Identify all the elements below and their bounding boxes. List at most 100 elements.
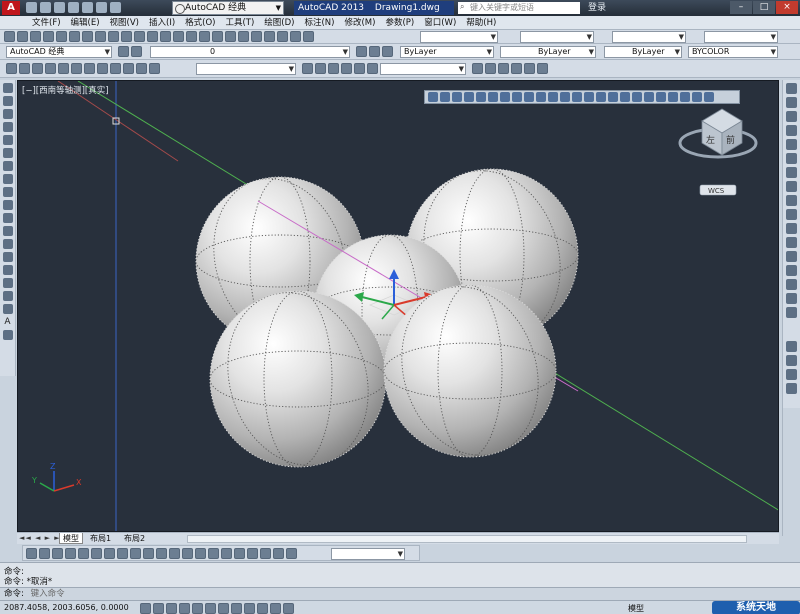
blend-icon[interactable]: [786, 307, 797, 318]
angular-icon[interactable]: [117, 548, 128, 559]
model-space-canvas[interactable]: 左 前 WCS Z X Y: [18, 81, 779, 532]
tab-layout1[interactable]: 布局1: [87, 533, 114, 544]
cylinder-icon[interactable]: [19, 63, 30, 74]
command-input[interactable]: 命令: 键入命令: [0, 587, 800, 601]
make-block-icon[interactable]: [2, 239, 13, 249]
viewcube[interactable]: 左 前 WCS: [678, 108, 758, 196]
plot-icon[interactable]: [43, 31, 54, 42]
stretch-icon[interactable]: [786, 195, 797, 206]
move-icon[interactable]: [786, 153, 797, 164]
otrack-icon[interactable]: [231, 603, 242, 614]
view-icon-22[interactable]: [680, 92, 690, 102]
chamfer-icon[interactable]: [786, 279, 797, 290]
pan-icon[interactable]: [173, 31, 184, 42]
view-icon-2[interactable]: [440, 92, 450, 102]
layer-properties-icon[interactable]: [131, 46, 142, 57]
view-combo[interactable]: ▼: [196, 63, 296, 75]
menu-dimension[interactable]: 标注(N): [302, 16, 336, 29]
conceptual-icon[interactable]: [524, 63, 535, 74]
trim-icon[interactable]: [786, 209, 797, 220]
gradient-icon[interactable]: [2, 278, 13, 288]
spline-icon[interactable]: [2, 187, 13, 197]
snap-icon[interactable]: [153, 603, 164, 614]
menu-draw[interactable]: 绘图(D): [262, 16, 296, 29]
view-icon-20[interactable]: [656, 92, 666, 102]
lineweight-combo[interactable]: ByLayer ▼: [604, 46, 682, 58]
viewcube-face-front[interactable]: 前: [726, 134, 735, 146]
help-icon[interactable]: [303, 31, 314, 42]
tab-model[interactable]: 模型: [59, 533, 83, 544]
multileader-style-combo[interactable]: ▼: [704, 31, 778, 43]
print-icon[interactable]: [82, 2, 93, 13]
markup-icon[interactable]: [277, 31, 288, 42]
ducs-icon[interactable]: [244, 603, 255, 614]
infer-constraints-icon[interactable]: [140, 603, 151, 614]
join-icon[interactable]: [786, 265, 797, 276]
hatch-icon[interactable]: [2, 265, 13, 275]
break-icon[interactable]: [786, 251, 797, 262]
cut-icon[interactable]: [82, 31, 93, 42]
jogged-linear-icon[interactable]: [234, 548, 245, 559]
rotate-icon[interactable]: [786, 167, 797, 178]
view-icon-14[interactable]: [584, 92, 594, 102]
undo-icon[interactable]: [147, 31, 158, 42]
dim-break-icon[interactable]: [182, 548, 193, 559]
view-icon-4[interactable]: [464, 92, 474, 102]
extend-icon[interactable]: [786, 223, 797, 234]
table-style-combo[interactable]: ▼: [612, 31, 686, 43]
match-properties-icon[interactable]: [121, 31, 132, 42]
color-combo[interactable]: ByLayer ▼: [400, 46, 494, 58]
menu-insert[interactable]: 插入(I): [147, 16, 177, 29]
tool-palettes-icon[interactable]: [251, 31, 262, 42]
erase-icon[interactable]: [786, 83, 797, 94]
view-icon-21[interactable]: [668, 92, 678, 102]
multiline-text-icon[interactable]: A: [3, 317, 13, 327]
sphere-icon[interactable]: [45, 63, 56, 74]
workspace-selector[interactable]: AutoCAD 经典 ▼: [172, 1, 284, 15]
pyramid-icon[interactable]: [58, 63, 69, 74]
fly-icon[interactable]: [367, 63, 378, 74]
rectangle-icon[interactable]: [2, 135, 13, 145]
view-icon-15[interactable]: [596, 92, 606, 102]
undo-icon[interactable]: [96, 2, 107, 13]
arc-icon[interactable]: [2, 148, 13, 158]
view-icon-7[interactable]: [500, 92, 510, 102]
view-icon-5[interactable]: [476, 92, 486, 102]
transparency-icon[interactable]: [283, 603, 294, 614]
zoom-previous-icon[interactable]: [212, 31, 223, 42]
qnew-icon[interactable]: [4, 31, 15, 42]
zoom-realtime-icon[interactable]: [186, 31, 197, 42]
block-editor-icon[interactable]: [134, 31, 145, 42]
view-icon-12[interactable]: [560, 92, 570, 102]
menu-modify[interactable]: 修改(M): [342, 16, 377, 29]
continue-icon[interactable]: [156, 548, 167, 559]
new-file-icon[interactable]: [26, 2, 37, 13]
publish-icon[interactable]: [69, 31, 80, 42]
tab-layout2[interactable]: 布局2: [121, 533, 148, 544]
insert-block-icon[interactable]: [2, 226, 13, 236]
view-icon-16[interactable]: [608, 92, 618, 102]
subtract-icon[interactable]: [136, 63, 147, 74]
menu-view[interactable]: 视图(V): [108, 16, 141, 29]
view-icon-9[interactable]: [524, 92, 534, 102]
autocad-logo-icon[interactable]: A: [2, 1, 20, 15]
model-space-label[interactable]: 模型: [628, 603, 644, 614]
walk-icon[interactable]: [354, 63, 365, 74]
view-icon-8[interactable]: [512, 92, 522, 102]
layer-previous-icon[interactable]: [369, 46, 380, 57]
view-icon-13[interactable]: [572, 92, 582, 102]
view-icon-10[interactable]: [536, 92, 546, 102]
zoom-window-icon[interactable]: [199, 31, 210, 42]
radius-icon[interactable]: [78, 548, 89, 559]
baseline-icon[interactable]: [143, 548, 154, 559]
jogged-icon[interactable]: [91, 548, 102, 559]
line-icon[interactable]: [2, 83, 13, 93]
wireframe-3d-icon[interactable]: [485, 63, 496, 74]
revision-cloud-icon[interactable]: [2, 174, 13, 184]
paste-icon[interactable]: [108, 31, 119, 42]
offset-icon[interactable]: [786, 125, 797, 136]
workspace-settings-icon[interactable]: [118, 46, 129, 57]
dim-style-combo[interactable]: ▼: [520, 31, 594, 43]
wedge-icon[interactable]: [71, 63, 82, 74]
dim-edit-icon[interactable]: [247, 548, 258, 559]
